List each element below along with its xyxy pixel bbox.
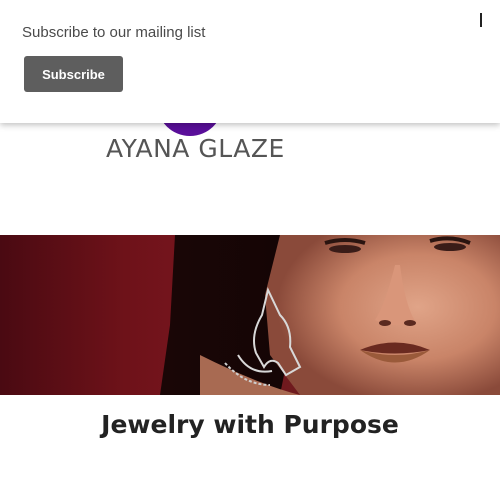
subscribe-button[interactable]: Subscribe <box>24 56 123 92</box>
subscribe-message: Subscribe to our mailing list <box>22 24 206 41</box>
hero-image <box>0 235 500 395</box>
logo-brand-name[interactable]: AYANA GLAZE <box>106 134 284 163</box>
subscribe-popup: Subscribe to our mailing list Subscribe <box>0 0 500 123</box>
hero-photo-illustration <box>160 235 500 395</box>
close-icon[interactable] <box>476 12 486 28</box>
page-heading: Jewelry with Purpose <box>101 410 399 439</box>
